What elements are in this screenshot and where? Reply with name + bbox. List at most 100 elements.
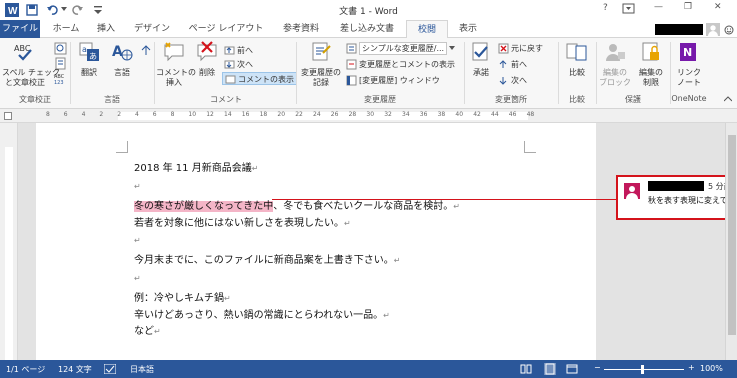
reject-button[interactable]: 元に戻す	[498, 42, 543, 55]
smiley-icon[interactable]	[724, 25, 734, 35]
proofing-status-icon[interactable]	[104, 364, 116, 374]
close-button[interactable]: ✕	[714, 2, 722, 12]
accept-label: 承諾	[473, 68, 489, 77]
language-status[interactable]: 日本語	[130, 364, 154, 375]
previous-change-icon	[499, 60, 507, 68]
scrollbar-thumb[interactable]	[728, 135, 736, 335]
commented-text-highlight[interactable]: 冬の寒さが厳しくなってきた中	[134, 201, 274, 212]
tab-selector-icon[interactable]	[4, 112, 12, 120]
read-mode-icon[interactable]	[520, 364, 532, 374]
restrict-editing-label: 編集の 制限	[639, 68, 663, 87]
zoom-slider-thumb[interactable]	[641, 365, 644, 374]
language-button[interactable]: A 言語	[106, 41, 138, 78]
reviewing-pane-button[interactable]: [変更履歴] ウィンドウ	[346, 74, 440, 87]
comment-balloon[interactable]: 5 分前 秋を表す表現に変えて	[616, 175, 737, 220]
document-line[interactable]: 辛いけどあっさり、熱い鍋の常識にとらわれない一品。↵	[134, 306, 390, 321]
document-line[interactable]: など↵	[134, 322, 161, 337]
ribbon-display-options-icon[interactable]	[622, 3, 635, 15]
paragraph-mark: ↵	[344, 219, 351, 228]
document-line[interactable]: 若者を対象に他にはない新しさを表現したい。↵	[134, 214, 351, 229]
paragraph-mark: ↵	[224, 294, 231, 303]
previous-change-button[interactable]: 前へ	[498, 58, 527, 71]
margin-corner-top-right	[524, 141, 536, 153]
previous-comment-button[interactable]: 前へ	[224, 44, 253, 57]
compare-language-icon[interactable]	[140, 44, 152, 56]
ruler-number: 28	[348, 111, 357, 118]
print-layout-icon[interactable]	[544, 363, 556, 375]
zoom-slider[interactable]	[604, 369, 684, 370]
web-layout-icon[interactable]	[566, 364, 578, 374]
thesaurus-icon[interactable]	[54, 57, 67, 70]
block-authors-label: 編集の ブロック	[599, 68, 631, 87]
document-page[interactable]: 2018 年 11 月新商品会議↵ ↵ 冬の寒さが厳しくなってきた中、冬でも食べたい…	[36, 123, 596, 360]
show-comments-button[interactable]: コメントの表示	[222, 72, 297, 85]
horizontal-ruler[interactable]: 8 6 4 2 2 4 6 8 10 12 14 16 18 20 22 24 26 28 30 32 34 36 38 40…	[0, 109, 737, 123]
zoom-level[interactable]: 100%	[700, 364, 723, 373]
ruler-track	[118, 112, 528, 120]
tab-page-layout[interactable]: ページ レイアウト	[180, 20, 272, 38]
next-change-icon	[499, 77, 507, 85]
document-area[interactable]: 2018 年 11 月新商品会議↵ ↵ 冬の寒さが厳しくなってきた中、冬でも食べたい…	[18, 123, 737, 360]
track-changes-button[interactable]: 変更履歴の 記録	[298, 41, 344, 88]
user-avatar-icon[interactable]	[706, 23, 720, 36]
vertical-ruler-track	[5, 147, 13, 360]
document-line[interactable]: ↵	[134, 273, 141, 284]
status-bar: 1/1 ページ 124 文字 日本語 − + 100%	[0, 360, 737, 378]
tab-design[interactable]: デザイン	[128, 20, 176, 38]
new-comment-button[interactable]: コメントの 挿入	[156, 41, 196, 88]
collapse-ribbon-icon[interactable]	[724, 96, 732, 102]
tab-view[interactable]: 表示	[450, 20, 486, 38]
compare-button[interactable]: 比較	[562, 41, 592, 78]
previous-comment-icon	[224, 46, 235, 55]
minimize-button[interactable]: —	[654, 2, 663, 12]
reject-icon	[498, 43, 509, 54]
vertical-ruler[interactable]	[0, 123, 18, 360]
new-comment-icon	[164, 42, 184, 62]
document-line[interactable]: 2018 年 11 月新商品会議↵	[134, 159, 258, 174]
tab-insert[interactable]: 挿入	[88, 20, 124, 38]
next-comment-button[interactable]: 次へ	[224, 58, 253, 71]
linked-notes-label: リンク ノート	[677, 68, 701, 87]
page-count[interactable]: 1/1 ページ	[6, 364, 45, 375]
next-change-button[interactable]: 次へ	[498, 74, 527, 87]
help-icon[interactable]: ?	[603, 3, 608, 13]
translate-button[interactable]: aあ 翻訳	[73, 41, 105, 78]
tab-review[interactable]: 校閲	[406, 20, 448, 39]
tab-home[interactable]: ホーム	[44, 20, 88, 38]
zoom-out-button[interactable]: −	[594, 363, 601, 372]
restore-button[interactable]: ❐	[684, 2, 692, 12]
spell-check-button[interactable]: ABC スペル チェック と文章校正	[2, 41, 60, 88]
ruler-number: 18	[259, 111, 268, 118]
zoom-in-button[interactable]: +	[688, 363, 695, 372]
ribbon-divider	[558, 42, 559, 104]
document-line[interactable]: 今月末までに、このファイルに新商品案を上書き下さい。↵	[134, 251, 400, 266]
ruler-number: 46	[508, 111, 517, 118]
show-markup-button[interactable]: 変更履歴とコメントの表示	[346, 58, 455, 71]
linked-notes-button[interactable]: N リンク ノート	[672, 41, 706, 88]
document-line[interactable]: ↵	[134, 181, 141, 192]
restrict-editing-button[interactable]: 編集の 制限	[634, 41, 668, 88]
vertical-scrollbar[interactable]	[725, 123, 737, 360]
word-count-icon[interactable]: ABC123	[54, 72, 67, 85]
line-text: 辛いけどあっさり、熱い鍋の常識にとらわれない一品。	[134, 310, 384, 321]
ruler-number: 24	[313, 111, 321, 118]
accept-button[interactable]: 承諾	[467, 41, 495, 78]
tab-file[interactable]: ファイル	[0, 20, 40, 38]
document-line[interactable]: 例：冷やしキムチ鍋↵	[134, 289, 231, 304]
ruler-number: 20	[277, 111, 286, 118]
research-icon[interactable]	[54, 42, 67, 55]
delete-comment-button[interactable]: 削除	[192, 41, 222, 78]
document-line[interactable]: ↵	[134, 235, 141, 246]
language-label: 言語	[114, 68, 130, 77]
tab-references[interactable]: 参考資料	[276, 20, 326, 38]
paragraph-mark: ↵	[453, 202, 460, 211]
display-for-review-select[interactable]: シンプルな変更履歴/...	[346, 42, 456, 55]
block-authors-button[interactable]: 編集の ブロック	[598, 41, 632, 88]
comment-text[interactable]: 秋を表す表現に変えて	[648, 195, 728, 206]
word-count[interactable]: 124 文字	[58, 364, 92, 375]
show-markup-icon	[346, 59, 357, 70]
spell-check-label: スペル チェック と文章校正	[2, 68, 60, 87]
line-text: 例：冷やしキムチ鍋	[134, 293, 224, 304]
comment-author-redacted	[648, 181, 704, 191]
tab-mailings[interactable]: 差し込み文書	[330, 20, 404, 38]
